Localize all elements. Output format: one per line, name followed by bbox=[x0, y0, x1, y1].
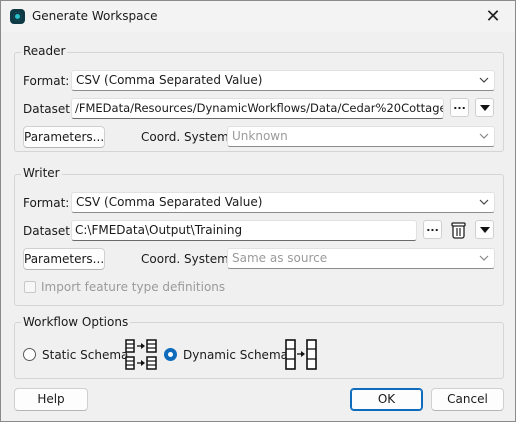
import-feature-types-checkbox[interactable] bbox=[24, 281, 36, 293]
reader-dataset-value: /FMEData/Resources/DynamicWorkflows/Data… bbox=[75, 101, 444, 115]
static-schema-radio[interactable] bbox=[23, 348, 36, 361]
writer-format-select[interactable]: CSV (Comma Separated Value) bbox=[71, 192, 495, 213]
writer-dataset-label: Dataset: bbox=[23, 224, 75, 238]
writer-coord-label: Coord. System: bbox=[141, 252, 233, 266]
import-feature-types-label: Import feature type definitions bbox=[41, 280, 226, 294]
writer-format-value: CSV (Comma Separated Value) bbox=[76, 195, 263, 209]
writer-group-label: Writer bbox=[21, 166, 62, 180]
close-icon[interactable]: ✕ bbox=[471, 1, 515, 32]
cancel-button[interactable]: Cancel bbox=[431, 388, 504, 411]
reader-dataset-input[interactable]: /FMEData/Resources/DynamicWorkflows/Data… bbox=[71, 98, 444, 119]
reader-coord-select[interactable]: Unknown bbox=[227, 126, 495, 147]
chevron-down-icon bbox=[479, 255, 489, 261]
reader-dataset-dropdown-button[interactable] bbox=[475, 98, 494, 117]
writer-parameters-button[interactable]: Parameters... bbox=[23, 248, 105, 270]
dynamic-schema-radio[interactable] bbox=[164, 348, 177, 361]
reader-dataset-label: Dataset: bbox=[23, 102, 75, 116]
fme-app-icon bbox=[10, 9, 25, 24]
writer-coord-value: Same as source bbox=[232, 251, 328, 265]
help-button[interactable]: Help bbox=[14, 388, 88, 411]
reader-format-label: Format: bbox=[23, 74, 70, 88]
reader-format-select[interactable]: CSV (Comma Separated Value) bbox=[71, 70, 495, 91]
reader-coord-label: Coord. System: bbox=[141, 130, 233, 144]
window-title: Generate Workspace bbox=[32, 9, 158, 23]
chevron-down-icon bbox=[479, 199, 489, 205]
reader-coord-value: Unknown bbox=[232, 129, 288, 143]
static-schema-label: Static Schema bbox=[42, 348, 129, 362]
dynamic-schema-icon bbox=[285, 339, 317, 370]
writer-dataset-dropdown-button[interactable] bbox=[475, 220, 494, 239]
writer-dataset-value: C:\FMEData\Output\Training bbox=[75, 223, 243, 237]
workflow-options-label: Workflow Options bbox=[21, 315, 131, 329]
static-schema-icon bbox=[125, 339, 157, 370]
reader-parameters-button[interactable]: Parameters... bbox=[23, 126, 105, 148]
generate-workspace-dialog: Generate Workspace ✕ Reader Format: CSV … bbox=[0, 0, 516, 422]
chevron-down-icon bbox=[479, 77, 489, 83]
writer-coord-select[interactable]: Same as source bbox=[227, 248, 495, 269]
writer-format-label: Format: bbox=[23, 196, 70, 210]
clear-icon[interactable] bbox=[449, 220, 469, 240]
reader-group-label: Reader bbox=[21, 44, 68, 58]
writer-dataset-input[interactable]: C:\FMEData\Output\Training bbox=[71, 220, 417, 241]
reader-browse-button[interactable]: ... bbox=[450, 98, 469, 117]
writer-browse-button[interactable]: ... bbox=[423, 220, 442, 239]
reader-format-value: CSV (Comma Separated Value) bbox=[76, 73, 263, 87]
ok-button[interactable]: OK bbox=[350, 388, 423, 411]
title-bar: Generate Workspace ✕ bbox=[1, 1, 515, 32]
chevron-down-icon bbox=[479, 133, 489, 139]
dynamic-schema-label: Dynamic Schema bbox=[183, 348, 288, 362]
